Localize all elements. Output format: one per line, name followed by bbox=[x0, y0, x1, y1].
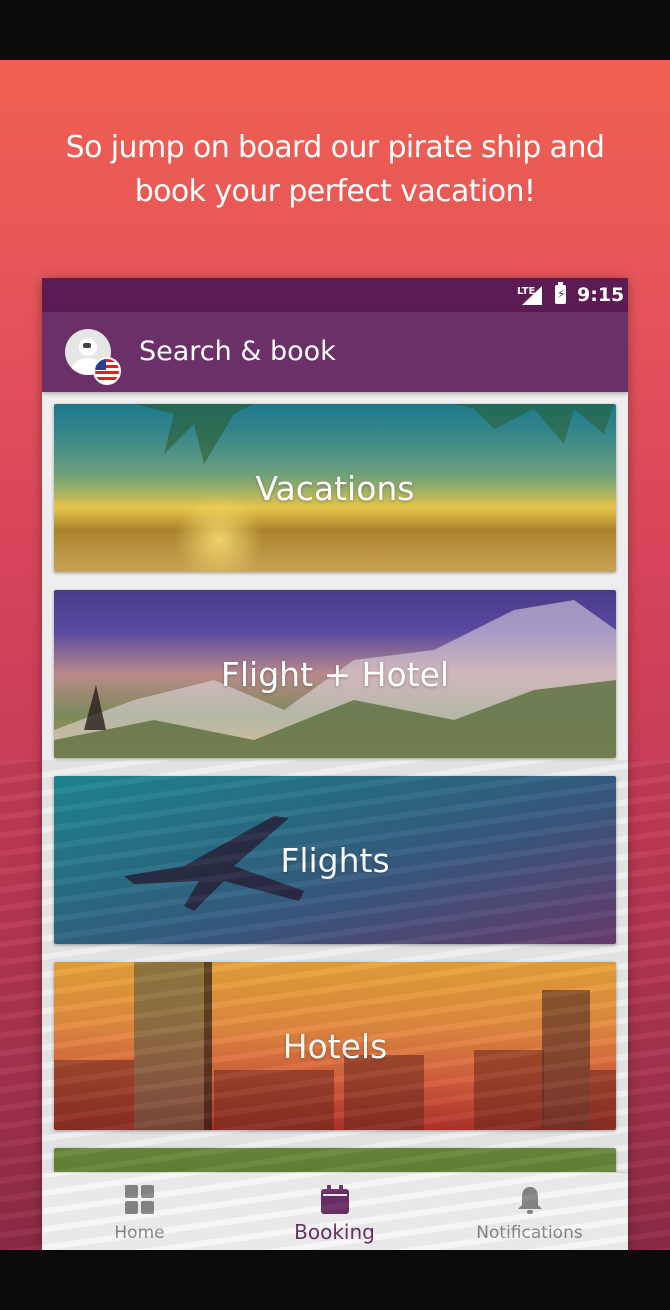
bottom-navigation: Home Booking Notifications bbox=[42, 1172, 628, 1250]
nav-home[interactable]: Home bbox=[42, 1173, 237, 1250]
status-time: 9:15 bbox=[577, 284, 625, 306]
hotels-card[interactable]: Hotels bbox=[54, 962, 616, 1130]
eye-patch-icon bbox=[83, 343, 91, 348]
building-icon bbox=[474, 1050, 544, 1130]
battery-charging-icon: ⚡ bbox=[555, 282, 566, 304]
status-bar: LTE ⚡ 9:15 bbox=[42, 278, 628, 312]
promo-background: So jump on board our pirate ship and boo… bbox=[0, 60, 670, 1250]
phone-screen: LTE ⚡ 9:15 Search & book Vacations Fligh… bbox=[42, 278, 628, 1250]
nav-notifications[interactable]: Notifications bbox=[432, 1173, 627, 1250]
device-bottom-bar bbox=[0, 1250, 670, 1310]
device-top-bar bbox=[0, 0, 670, 60]
more-card[interactable] bbox=[54, 1148, 616, 1250]
bell-icon bbox=[515, 1185, 545, 1215]
vacations-label: Vacations bbox=[255, 468, 415, 508]
flight-hotel-label: Flight + Hotel bbox=[220, 654, 450, 694]
us-flag-icon[interactable] bbox=[93, 357, 121, 385]
signal-icon bbox=[522, 286, 542, 305]
flights-label: Flights bbox=[280, 840, 390, 880]
building-icon bbox=[204, 962, 212, 1130]
building-icon bbox=[344, 1055, 424, 1130]
promo-tagline: So jump on board our pirate ship and boo… bbox=[65, 130, 605, 209]
app-bar: Search & book bbox=[42, 312, 628, 392]
nav-notifications-label: Notifications bbox=[476, 1223, 583, 1243]
nav-booking[interactable]: Booking bbox=[237, 1173, 432, 1250]
grid-icon bbox=[124, 1185, 155, 1215]
tower-icon bbox=[542, 990, 590, 1130]
airplane-icon bbox=[124, 816, 304, 911]
nav-booking-label: Booking bbox=[294, 1220, 375, 1244]
building-icon bbox=[214, 1070, 334, 1130]
skyscraper-icon bbox=[134, 962, 204, 1130]
building-icon bbox=[590, 1070, 616, 1130]
building-icon bbox=[54, 1060, 134, 1130]
vacations-card[interactable]: Vacations bbox=[54, 404, 616, 572]
hotels-label: Hotels bbox=[282, 1026, 388, 1066]
flights-card[interactable]: Flights bbox=[54, 776, 616, 944]
page-title: Search & book bbox=[139, 336, 336, 367]
flight-hotel-card[interactable]: Flight + Hotel bbox=[54, 590, 616, 758]
calendar-icon bbox=[320, 1185, 350, 1215]
nav-home-label: Home bbox=[114, 1223, 165, 1243]
